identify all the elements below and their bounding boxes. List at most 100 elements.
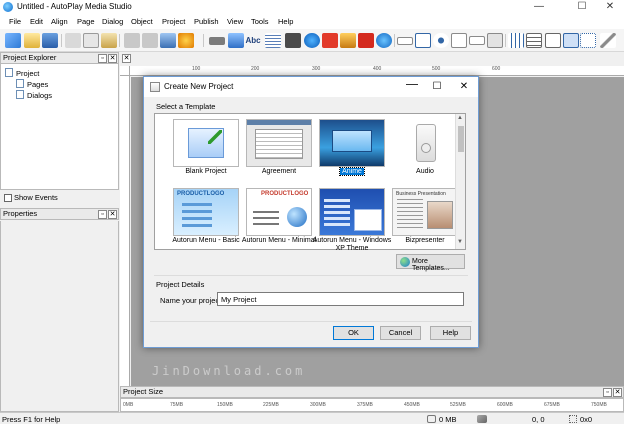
menu-help[interactable]: Help (278, 17, 293, 26)
close-button[interactable]: ✕ (596, 0, 624, 14)
menu-publish[interactable]: Publish (194, 17, 219, 26)
menu-object[interactable]: Object (131, 17, 153, 26)
menu-align[interactable]: Align (51, 17, 68, 26)
properties-header: Properties ▫ ✕ (0, 208, 119, 220)
project-name-input[interactable] (217, 292, 464, 306)
template-autorun-menu-basic[interactable]: PRODUCTLOGO Autorun Menu - Basic (171, 186, 241, 252)
input-object-icon[interactable] (397, 37, 413, 45)
menu-page[interactable]: Page (77, 17, 95, 26)
open-folder-icon[interactable] (24, 33, 40, 48)
size-tick: 225MB (263, 402, 279, 408)
pages-icon (16, 79, 24, 88)
template-label: Autorun Menu - Minimal (241, 237, 317, 244)
tree-object-icon[interactable] (508, 33, 524, 48)
agreement-thumbnail (246, 119, 312, 167)
grid-object-icon[interactable] (526, 33, 542, 48)
listbox-object-icon[interactable] (451, 33, 467, 48)
menu-project[interactable]: Project (162, 17, 185, 26)
rich-text-object-icon[interactable] (563, 33, 579, 48)
progress-object-icon[interactable] (487, 33, 503, 48)
flash-object-icon[interactable] (322, 33, 338, 48)
scrollbar-thumb[interactable] (458, 126, 464, 152)
project-name-label: Name your project: (160, 296, 224, 305)
template-agreement[interactable]: Agreement (244, 117, 314, 183)
template-bizpresenter[interactable]: Business Presentation Bizpresenter (390, 186, 460, 252)
close-icon[interactable]: ✕ (108, 210, 117, 219)
template-autorun-menu-minimal[interactable]: PRODUCTLOGO Autorun Menu - Minimal (242, 186, 316, 252)
menu-edit[interactable]: Edit (30, 17, 43, 26)
template-list[interactable]: Blank Project Agreement Anime Audio PROD… (154, 113, 466, 252)
properties-panel[interactable] (0, 221, 119, 412)
select-template-label: Select a Template (156, 102, 216, 111)
cut-icon[interactable] (65, 33, 81, 48)
autorun-minimal-thumbnail: PRODUCTLOGO (246, 188, 312, 236)
size-tick: 300MB (310, 402, 326, 408)
radio-object-icon[interactable] (433, 33, 449, 48)
template-audio[interactable]: Audio (390, 117, 460, 183)
slideshow-object-icon[interactable] (340, 33, 356, 48)
project-icon (5, 68, 13, 77)
paste-icon[interactable] (101, 33, 117, 48)
close-icon[interactable]: ✕ (613, 388, 622, 397)
disk-icon (427, 415, 436, 423)
pencil-icon[interactable] (600, 33, 616, 48)
show-events-checkbox[interactable] (4, 194, 12, 202)
dialog-minimize-button[interactable] (406, 84, 418, 85)
size-tick: 150MB (217, 402, 233, 408)
size-tick: 750MB (591, 402, 607, 408)
menu-file[interactable]: File (9, 17, 21, 26)
template-blank-project[interactable]: Blank Project (171, 117, 241, 183)
dialog-title: Create New Project (164, 82, 234, 91)
maximize-button[interactable]: ☐ (568, 0, 596, 14)
autorun-xp-thumbnail (319, 188, 385, 236)
ruler-corner (120, 66, 130, 76)
menu-dialog[interactable]: Dialog (102, 17, 123, 26)
tree-item-project[interactable]: Project (16, 69, 39, 78)
button-object-icon[interactable] (209, 37, 225, 45)
combobox-object-icon[interactable] (469, 36, 485, 45)
cancel-button[interactable]: Cancel (380, 326, 421, 340)
more-templates-button[interactable]: More Templates... (396, 254, 465, 272)
wizard-icon[interactable] (5, 33, 21, 48)
template-label: Bizpresenter (405, 237, 445, 244)
video-object-icon[interactable] (285, 33, 301, 48)
copy-icon[interactable] (83, 33, 99, 48)
menu-tools[interactable]: Tools (251, 17, 269, 26)
ruler-label: 400 (373, 66, 382, 72)
close-icon[interactable]: ✕ (108, 54, 117, 63)
preview-icon[interactable] (160, 33, 176, 48)
size-tick: 600MB (497, 402, 513, 408)
size-tick: 450MB (404, 402, 420, 408)
undo-icon[interactable] (124, 33, 140, 48)
paragraph-object-icon[interactable] (265, 33, 281, 48)
pointer-icon (477, 415, 487, 423)
status-coords: 0, 0 (532, 415, 545, 424)
image-object-icon[interactable] (228, 33, 244, 48)
ok-button[interactable]: OK (333, 326, 374, 340)
tree-item-dialogs[interactable]: Dialogs (27, 91, 52, 100)
pin-icon[interactable]: ▫ (98, 210, 107, 219)
help-button[interactable]: Help (430, 326, 471, 340)
label-object-icon[interactable]: Abc (245, 33, 261, 48)
web-object-icon[interactable] (376, 33, 392, 48)
quicktime-object-icon[interactable] (304, 33, 320, 48)
template-list-scrollbar[interactable]: ▲ ▼ (455, 114, 465, 249)
close-icon[interactable]: ✕ (122, 54, 131, 63)
save-icon[interactable] (42, 33, 58, 48)
template-anime[interactable]: Anime (317, 117, 387, 183)
pin-icon[interactable]: ▫ (603, 388, 612, 397)
minimize-button[interactable]: — (525, 0, 553, 14)
pdf-object-icon[interactable] (358, 33, 374, 48)
xbutton-object-icon[interactable] (545, 33, 561, 48)
pin-icon[interactable]: ▫ (98, 54, 107, 63)
plugin-object-icon[interactable] (580, 33, 596, 48)
redo-icon[interactable] (142, 33, 158, 48)
publish-icon[interactable] (178, 33, 194, 48)
template-autorun-menu-xp[interactable]: Autorun Menu - Windows XP Theme (313, 186, 391, 252)
tree-item-pages[interactable]: Pages (27, 80, 48, 89)
dialog-close-button[interactable]: ✕ (453, 79, 475, 95)
dialog-maximize-button[interactable]: ☐ (426, 79, 448, 95)
template-label: Anime (339, 167, 365, 176)
menu-view[interactable]: View (227, 17, 243, 26)
checkbox-object-icon[interactable] (415, 33, 431, 48)
